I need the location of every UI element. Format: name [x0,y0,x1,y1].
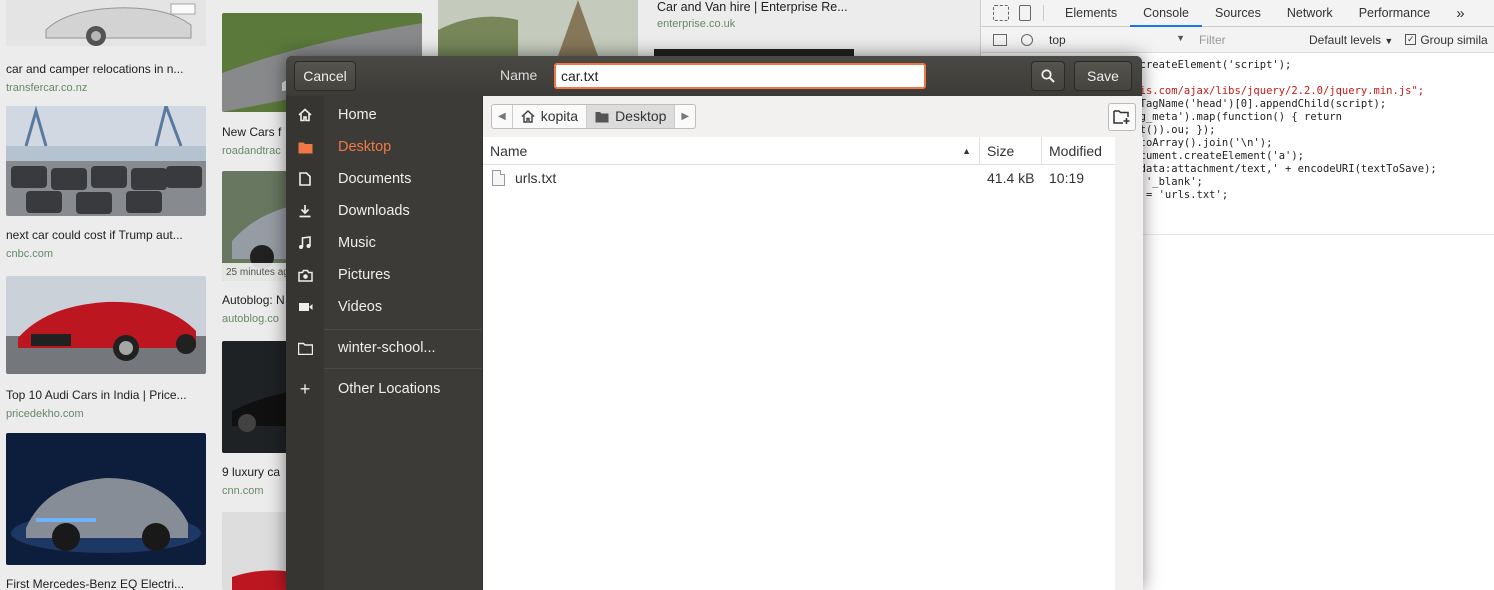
file-list: Name ▲ Size Modified urls.txt 41.4 kB 10… [483,137,1115,590]
inspect-element-icon[interactable] [993,5,1009,21]
sidebar-item-label: Videos [338,299,383,315]
text-file-icon [492,169,505,186]
filter-input[interactable]: Filter [1199,33,1299,47]
sidebar-item-label: Home [338,107,377,123]
file-name: urls.txt [515,169,557,186]
file-name-cell: urls.txt [483,169,980,186]
search-button[interactable] [1031,61,1065,91]
sidebar-item-label: Documents [338,171,412,187]
sidebar-separator [324,329,482,330]
document-icon [286,172,324,186]
download-icon [286,204,324,218]
file-list-margin [1115,137,1143,590]
dropdown-arrow-icon: ▼ [1384,35,1394,46]
tab-performance[interactable]: Performance [1346,0,1444,27]
column-header-modified[interactable]: Modified [1042,137,1115,165]
filename-value: car.txt [561,68,599,84]
sidebar-item-label: Pictures [338,267,391,283]
more-tabs-button[interactable]: » [1443,0,1477,27]
sidebar-item-downloads[interactable]: Downloads [286,195,482,227]
home-icon [521,110,535,123]
context-value: top [1049,32,1066,47]
places-sidebar: Home Desktop Documents Downloads Music P… [286,96,482,590]
column-header-label: Size [987,143,1015,159]
sidebar-item-videos[interactable]: Videos [286,291,482,323]
log-levels-label: Default levels [1309,32,1382,47]
tab-sources[interactable]: Sources [1202,0,1274,27]
group-similar-label: Group simila [1420,32,1488,47]
sidebar-item-other-locations[interactable]: + Other Locations [286,373,482,405]
checkbox-checked-icon: ✓ [1405,34,1417,45]
new-folder-icon [1113,110,1130,124]
folder-icon [595,111,609,122]
device-toolbar-icon[interactable] [1019,5,1031,21]
dialog-headerbar: Cancel Name car.txt Save [286,56,1142,96]
tab-network[interactable]: Network [1274,0,1346,27]
tab-console[interactable]: Console [1130,0,1202,27]
save-button[interactable]: Save [1074,61,1132,91]
video-icon [286,301,324,313]
console-toolbar: top ▼ Filter Default levels ▼ ✓ Group si… [981,27,1494,53]
file-browser-pane: ◀ kopita Desktop ▶ Name ▲ Size Modified … [482,96,1143,590]
sidebar-item-pictures[interactable]: Pictures [286,259,482,291]
tab-elements[interactable]: Elements [1052,0,1130,27]
path-bar: ◀ kopita Desktop ▶ [491,104,697,129]
path-segment-home[interactable]: kopita [513,105,588,128]
column-header-name[interactable]: Name ▲ [483,137,980,165]
column-header-label: Name [490,143,528,159]
sidebar-item-desktop[interactable]: Desktop [286,131,482,163]
context-selector[interactable]: top ▼ [1049,33,1185,47]
file-modified: 10:19 [1049,169,1085,186]
path-segment-label: kopita [540,108,579,124]
plus-icon: + [299,378,311,399]
log-levels-dropdown[interactable]: Default levels ▼ [1309,33,1393,47]
sidebar-separator [324,368,482,369]
clear-console-icon[interactable] [1021,33,1033,46]
path-segment-desktop[interactable]: Desktop [587,105,676,128]
filename-input[interactable]: car.txt [554,63,926,89]
path-back-button[interactable]: ◀ [492,105,513,128]
name-label: Name [500,67,538,83]
sidebar-item-label: Music [338,235,376,251]
music-icon [286,236,324,250]
cancel-button[interactable]: Cancel [294,61,356,91]
sidebar-item-music[interactable]: Music [286,227,482,259]
sidebar-item-label: Desktop [338,139,392,155]
group-similar-checkbox[interactable]: ✓ Group simila [1405,32,1488,47]
column-header-label: Modified [1049,143,1102,159]
sidebar-item-label: winter-school... [338,340,436,356]
folder-icon [286,342,324,355]
sidebar-item-documents[interactable]: Documents [286,163,482,195]
search-icon [1041,69,1055,83]
save-file-dialog: Cancel Name car.txt Save Home Desktop Do… [286,56,1143,590]
sidebar-item-winter-school[interactable]: winter-school... [286,332,482,364]
sidebar-item-label: Other Locations [338,381,441,397]
home-icon [286,108,324,122]
path-segment-label: Desktop [615,108,667,124]
sidebar-item-label: Downloads [338,203,410,219]
path-forward-button[interactable]: ▶ [675,105,695,128]
create-folder-button[interactable] [1108,103,1136,131]
chevron-left-icon: ◀ [498,111,506,122]
dropdown-arrow-icon: ▼ [1176,32,1185,43]
camera-icon [286,269,324,282]
sidebar-toggle-icon[interactable] [993,33,1007,46]
devtools-tabbar: Elements Console Sources Network Perform… [981,0,1494,27]
console-divider [1131,234,1494,235]
chevron-right-icon: ▶ [681,111,690,122]
folder-icon [286,141,324,154]
file-list-header: Name ▲ Size Modified [483,137,1115,165]
file-row[interactable]: urls.txt 41.4 kB 10:19 [483,165,1115,190]
column-header-size[interactable]: Size [980,137,1042,165]
sort-ascending-icon: ▲ [962,146,971,156]
file-size: 41.4 kB [987,169,1035,186]
sidebar-item-home[interactable]: Home [286,99,482,131]
